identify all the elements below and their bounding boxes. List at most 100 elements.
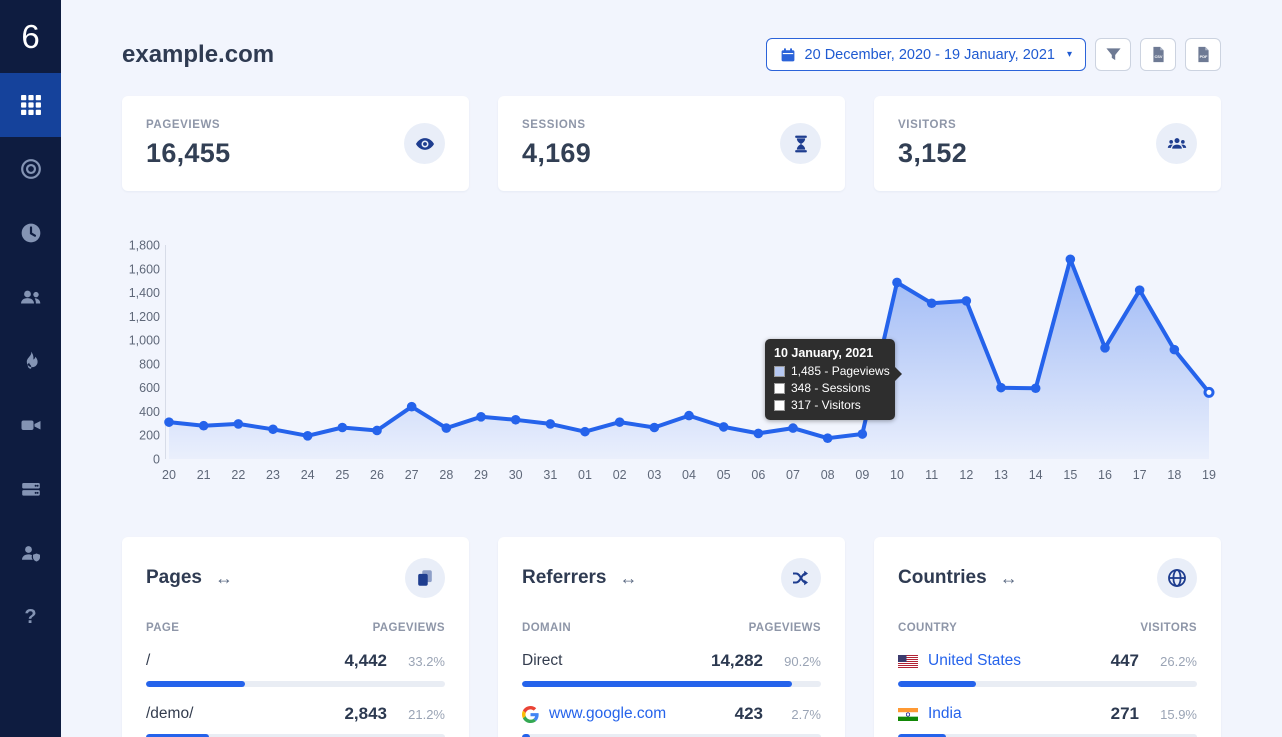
country-link[interactable]: India xyxy=(898,705,1111,723)
svg-text:01: 01 xyxy=(578,468,592,482)
svg-text:16: 16 xyxy=(1098,468,1112,482)
stat-label: PAGEVIEWS xyxy=(146,119,230,131)
export-pdf-button[interactable]: PDF xyxy=(1185,38,1221,71)
traffic-chart: 02004006008001,0001,2001,4001,6001,80020… xyxy=(122,229,1221,487)
svg-text:1,200: 1,200 xyxy=(129,310,160,324)
svg-text:12: 12 xyxy=(959,468,973,482)
tooltip-label: 1,485 - Pageviews xyxy=(791,364,890,378)
col-name: COUNTRY xyxy=(898,622,957,634)
sidebar-item-help[interactable]: ? xyxy=(0,585,61,649)
sidebar-item-recordings[interactable] xyxy=(0,393,61,457)
sidebar-item-dashboard[interactable] xyxy=(0,73,61,137)
progress-fill xyxy=(898,681,976,687)
progress-track xyxy=(522,681,821,687)
svg-text:CSV: CSV xyxy=(1154,54,1162,59)
hourglass-icon xyxy=(780,123,821,164)
topbar: example.com 20 December, 2020 - 19 Janua… xyxy=(122,38,1221,71)
country-text: India xyxy=(928,705,962,723)
svg-text:08: 08 xyxy=(821,468,835,482)
sidebar-item-realtime[interactable] xyxy=(0,137,61,201)
tooltip-date: 10 January, 2021 xyxy=(774,346,886,360)
toolbar: 20 December, 2020 - 19 January, 2021 ▾ C… xyxy=(766,38,1221,71)
svg-text:03: 03 xyxy=(647,468,661,482)
svg-text:1,600: 1,600 xyxy=(129,262,160,276)
row-value: 2,843 xyxy=(344,704,387,724)
svg-text:600: 600 xyxy=(139,381,160,395)
csv-file-icon: CSV xyxy=(1150,46,1167,63)
stat-card-visitors: VISITORS 3,152 xyxy=(874,96,1221,191)
panel-title: Pages xyxy=(146,567,202,589)
stat-value: 3,152 xyxy=(898,138,967,169)
filter-button[interactable] xyxy=(1095,38,1131,71)
page-title: example.com xyxy=(122,41,274,69)
sidebar: 6 xyxy=(0,0,61,737)
copy-pages-icon[interactable] xyxy=(405,558,445,598)
tooltip-row-visitors: 317 - Visitors xyxy=(774,398,886,412)
row-percent: 26.2% xyxy=(1139,654,1197,669)
date-range-picker[interactable]: 20 December, 2020 - 19 January, 2021 ▾ xyxy=(766,38,1086,71)
svg-text:23: 23 xyxy=(266,468,280,482)
svg-text:22: 22 xyxy=(231,468,245,482)
app-logo: 6 xyxy=(0,0,61,73)
sidebar-item-account[interactable] xyxy=(0,521,61,585)
country-link[interactable]: United States xyxy=(898,652,1111,670)
table-header: DOMAIN PAGEVIEWS xyxy=(522,622,821,634)
clock-icon xyxy=(20,222,42,244)
dashboard-grid-icon xyxy=(20,94,42,116)
bullseye-icon xyxy=(20,158,42,180)
page-path: / xyxy=(146,652,344,670)
page-path: /demo/ xyxy=(146,705,344,723)
table-row: India 271 15.9% xyxy=(898,704,1197,737)
sidebar-item-visitors[interactable] xyxy=(0,265,61,329)
row-percent: 21.2% xyxy=(387,707,445,722)
svg-text:14: 14 xyxy=(1029,468,1043,482)
sidebar-item-servers[interactable] xyxy=(0,457,61,521)
row-percent: 90.2% xyxy=(763,654,821,669)
svg-text:26: 26 xyxy=(370,468,384,482)
swap-metric-icon[interactable]: ↔ xyxy=(620,568,638,589)
stat-value: 4,169 xyxy=(522,138,591,169)
svg-text:31: 31 xyxy=(543,468,557,482)
row-value: 4,442 xyxy=(344,651,387,671)
question-mark-icon: ? xyxy=(24,606,36,629)
svg-text:0: 0 xyxy=(153,453,160,467)
domain-text: www.google.com xyxy=(549,705,666,723)
traffic-chart-svg[interactable]: 02004006008001,0001,2001,4001,6001,80020… xyxy=(122,229,1220,487)
svg-text:1,000: 1,000 xyxy=(129,334,160,348)
globe-icon[interactable] xyxy=(1157,558,1197,598)
svg-text:05: 05 xyxy=(717,468,731,482)
row-value: 423 xyxy=(735,704,763,724)
stat-value: 16,455 xyxy=(146,138,230,169)
export-csv-button[interactable]: CSV xyxy=(1140,38,1176,71)
table-row: Direct 14,282 90.2% xyxy=(522,651,821,687)
video-camera-icon xyxy=(20,414,42,436)
svg-text:30: 30 xyxy=(509,468,523,482)
row-value: 14,282 xyxy=(711,651,763,671)
svg-text:09: 09 xyxy=(855,468,869,482)
sidebar-item-heatmap[interactable] xyxy=(0,329,61,393)
svg-text:17: 17 xyxy=(1133,468,1147,482)
col-value: VISITORS xyxy=(1140,622,1197,634)
svg-text:1,400: 1,400 xyxy=(129,286,160,300)
logo-text: 6 xyxy=(21,18,39,56)
table-row: www.google.com 423 2.7% xyxy=(522,704,821,737)
sidebar-item-time[interactable] xyxy=(0,201,61,265)
referrer-domain-link[interactable]: www.google.com xyxy=(522,705,735,723)
chart-tooltip: 10 January, 2021 1,485 - Pageviews 348 -… xyxy=(765,339,895,420)
flame-icon xyxy=(20,350,42,372)
panel-title: Referrers xyxy=(522,567,607,589)
tooltip-row-pageviews: 1,485 - Pageviews xyxy=(774,364,886,378)
panel-title: Countries xyxy=(898,567,987,589)
col-name: DOMAIN xyxy=(522,622,571,634)
shuffle-icon[interactable] xyxy=(781,558,821,598)
tooltip-label: 317 - Visitors xyxy=(791,398,861,412)
stat-card-sessions: SESSIONS 4,169 xyxy=(498,96,845,191)
row-percent: 2.7% xyxy=(763,707,821,722)
country-text: United States xyxy=(928,652,1021,670)
sessions-swatch xyxy=(774,383,785,394)
progress-fill xyxy=(522,681,792,687)
table-row: / 4,442 33.2% xyxy=(146,651,445,687)
swap-metric-icon[interactable]: ↔ xyxy=(215,568,233,589)
stat-label: VISITORS xyxy=(898,119,967,131)
swap-metric-icon[interactable]: ↔ xyxy=(1000,568,1018,589)
